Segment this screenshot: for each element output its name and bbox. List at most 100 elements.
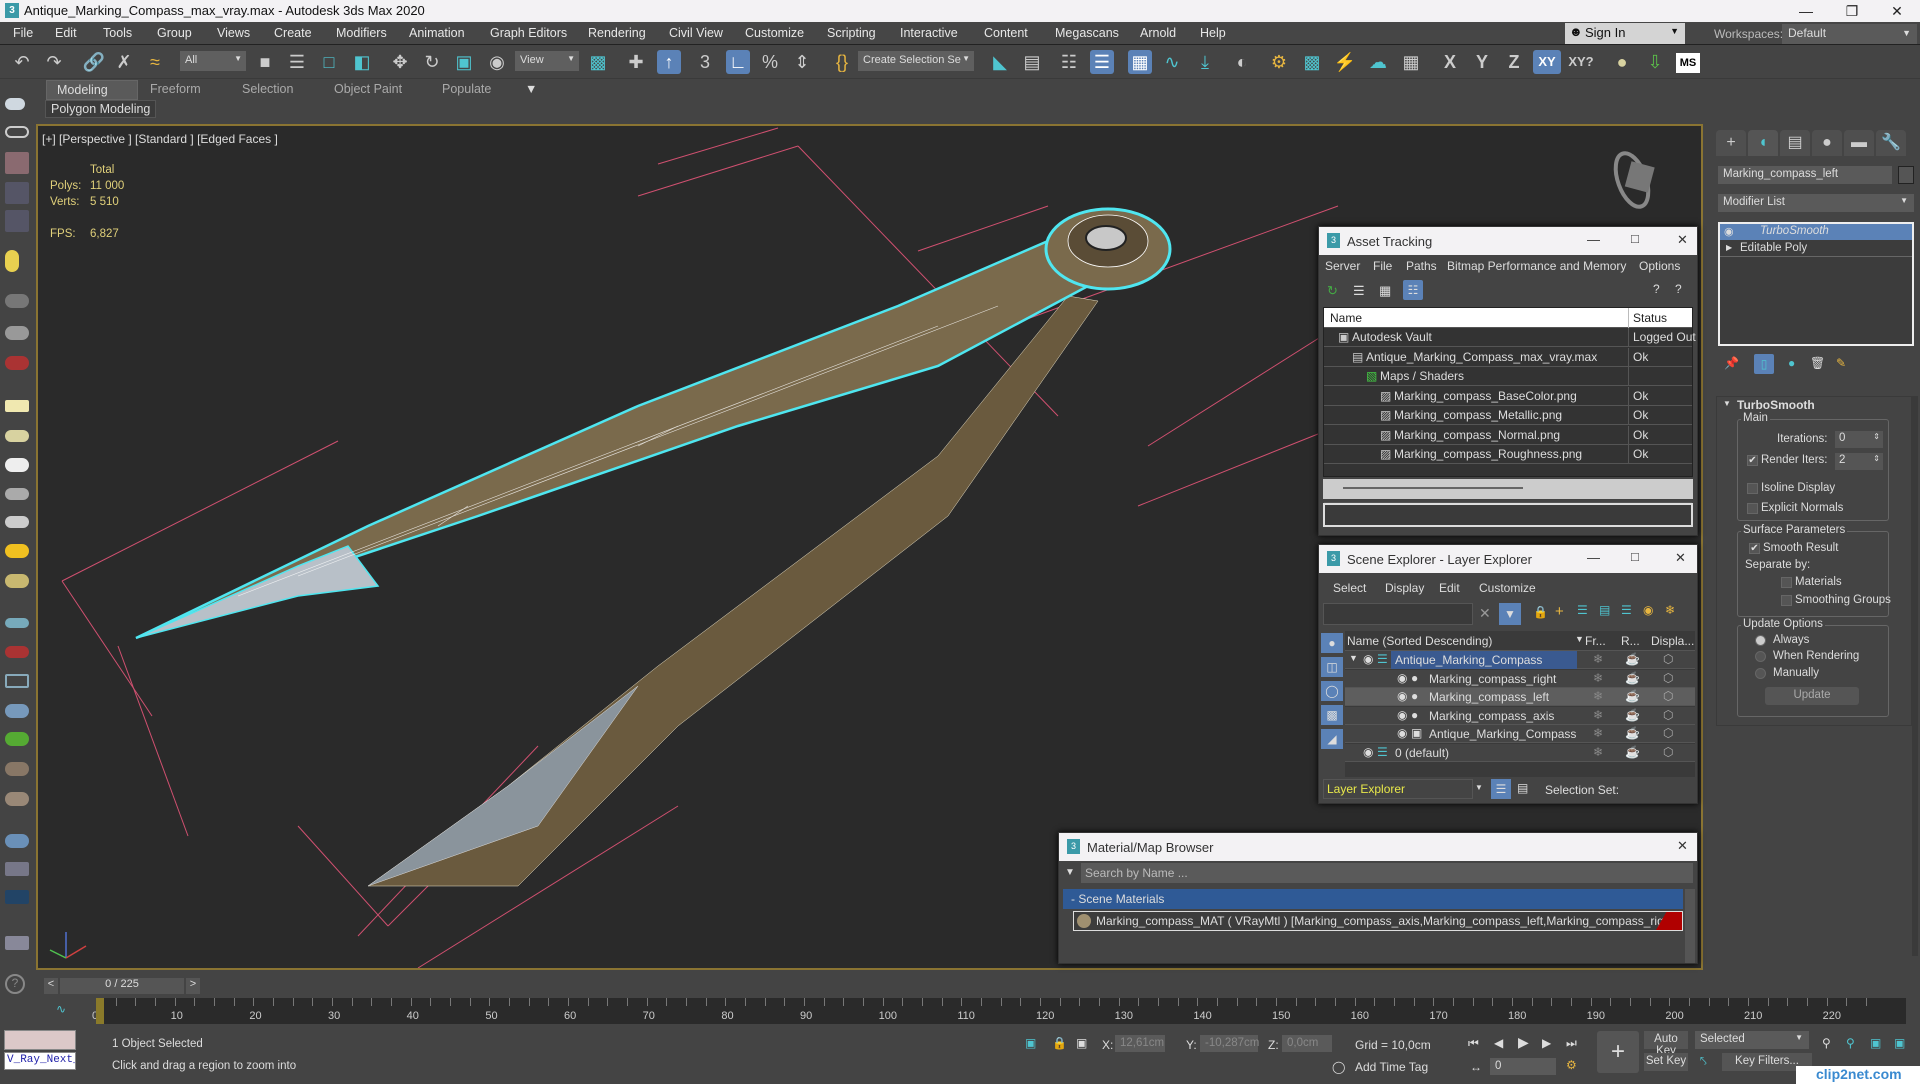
sphere-light-icon[interactable] (5, 458, 29, 472)
render-production-icon[interactable]: ⚡ (1333, 50, 1357, 74)
clear-search-icon[interactable]: ✕ (1479, 605, 1491, 622)
render-iters-spinner[interactable]: 2 ⇕ (1835, 453, 1883, 470)
renderable-teapot-icon[interactable]: ☕ (1625, 708, 1640, 722)
frame-ruler[interactable]: 0102030405060708090100110120130140150160… (92, 998, 1906, 1024)
render-window-icon[interactable] (5, 152, 29, 174)
hierarchy-icon[interactable]: ▤ (1599, 603, 1610, 617)
menu-interactive[interactable]: Interactive (900, 26, 958, 40)
fur-icon[interactable] (5, 618, 29, 628)
workspaces-dropdown[interactable]: Default ▼ (1782, 24, 1917, 44)
column-name[interactable]: Name (Sorted Descending) (1347, 634, 1492, 648)
ribbon-tab-modeling[interactable]: Modeling (46, 80, 138, 100)
hierarchy-mode-icon[interactable]: ▤ (1517, 781, 1528, 795)
selection-lock-icon[interactable]: 🔒 (1052, 1036, 1067, 1050)
zoom-extents-all-icon[interactable]: ▣ (1894, 1036, 1905, 1050)
arnold-icon[interactable]: ● (1610, 50, 1634, 74)
asset-row[interactable]: ▨ Marking_compass_BaseColor.png Ok (1324, 386, 1692, 406)
maxscript-mini-listener[interactable] (4, 1030, 76, 1050)
named-selection-dropdown[interactable]: Create Selection Se ▼ (858, 51, 974, 71)
display-box-icon[interactable]: ⬡ (1663, 745, 1673, 759)
menu-bitmap-performance[interactable]: Bitmap Performance and Memory (1447, 259, 1626, 273)
render-cloud-icon[interactable]: ☁ (1366, 50, 1390, 74)
smooth-result-checkbox[interactable]: ✔ (1749, 543, 1760, 554)
asset-tracking-titlebar[interactable]: 3 Asset Tracking — □ ✕ (1319, 227, 1697, 255)
align-icon[interactable]: ▤ (1020, 50, 1044, 74)
asset-row[interactable]: ▧ Maps / Shaders (1324, 367, 1692, 386)
display-tab-icon[interactable]: ▬ (1844, 130, 1874, 156)
hierarchy-tab-icon[interactable]: ▤ (1780, 130, 1810, 156)
absolute-mode-icon[interactable]: ▣ (1076, 1036, 1087, 1050)
panel-icon[interactable] (5, 182, 29, 204)
update-always-radio[interactable] (1755, 635, 1766, 646)
menu-server[interactable]: Server (1325, 259, 1360, 273)
lock-icon[interactable]: 🔒 (1533, 605, 1548, 619)
display-box-icon[interactable]: ⬡ (1663, 671, 1673, 685)
object-name-field[interactable]: Marking_compass_left (1718, 166, 1892, 184)
menu-group[interactable]: Group (157, 26, 192, 40)
ribbon-options-icon[interactable]: ▼ (515, 80, 547, 100)
current-frame-field[interactable]: 0 (1490, 1058, 1556, 1075)
time-slider[interactable]: 0 / 225 (60, 978, 184, 994)
freeze-icon[interactable]: ❄ (1593, 745, 1603, 759)
teapot-icon[interactable] (5, 98, 25, 110)
stack-item-turbosmooth[interactable]: ◉ TurboSmooth (1720, 224, 1912, 240)
lights-filter-icon[interactable]: ◯ (1321, 681, 1343, 701)
column-name[interactable]: Name (1330, 311, 1362, 325)
utilities-tab-icon[interactable]: 🔧 (1876, 130, 1906, 156)
freeze-icon[interactable]: ❄ (1593, 671, 1603, 685)
schematic-view-icon[interactable]: ⤓ (1193, 50, 1217, 74)
material-library-icon[interactable] (5, 862, 29, 876)
vr-camera-icon[interactable] (5, 356, 29, 370)
menu-display[interactable]: Display (1385, 581, 1424, 595)
asset-row[interactable]: ▣ Autodesk Vault Logged Out (1324, 328, 1696, 347)
snaps-toggle-icon[interactable]: 3 (693, 50, 717, 74)
selection-filter-dropdown[interactable]: All ▼ (180, 51, 246, 71)
close-button[interactable]: ✕ (1675, 550, 1686, 566)
set-key-button[interactable]: Set Key (1644, 1053, 1688, 1071)
menu-select[interactable]: Select (1333, 581, 1366, 595)
grass-icon[interactable] (5, 732, 29, 746)
next-frame-button[interactable]: > (186, 978, 200, 994)
plane-light-icon[interactable] (5, 400, 29, 412)
menu-help[interactable]: Help (1200, 26, 1226, 40)
minimize-button[interactable]: — (1587, 232, 1600, 247)
menu-file[interactable]: File (1373, 259, 1392, 273)
visibility-eye-icon[interactable]: ◉ (1363, 652, 1373, 666)
display-box-icon[interactable]: ⬡ (1663, 652, 1673, 666)
maximize-button[interactable]: □ (1631, 549, 1639, 564)
expand-icon[interactable]: ▶ (1726, 243, 1732, 252)
go-to-end-icon[interactable]: ⏭ (1566, 1036, 1577, 1051)
z-coordinate-field[interactable]: 0,0cm (1282, 1035, 1332, 1052)
play-icon[interactable]: ▶ (1518, 1034, 1529, 1051)
ambient-light-icon[interactable] (5, 574, 29, 588)
layer-row[interactable]: ▼ ◉ ☰ Antique_Marking_Compass ❄ ☕ ⬡ (1345, 651, 1695, 669)
render-gallery-icon[interactable]: ▦ (1399, 50, 1423, 74)
help-icon[interactable]: ? (5, 974, 25, 994)
sign-in-button[interactable]: ☻ Sign In ▼ (1565, 23, 1685, 44)
column-display[interactable]: Displa... (1651, 634, 1694, 648)
zoom-extents-icon[interactable]: ▣ (1870, 1036, 1881, 1050)
material-editor-icon[interactable]: ◐ (1230, 50, 1254, 74)
scene-materials-section[interactable]: - Scene Materials (1063, 889, 1683, 909)
ribbon-tab-freeform[interactable]: Freeform (140, 80, 211, 100)
restore-button[interactable]: ❐ (1829, 0, 1875, 22)
material-browser-titlebar[interactable]: 3 Material/Map Browser ✕ (1059, 833, 1697, 861)
display-box-icon[interactable]: ⬡ (1663, 708, 1673, 722)
menu-modifiers[interactable]: Modifiers (336, 26, 387, 40)
ribbon-tab-selection[interactable]: Selection (232, 80, 303, 100)
renderable-teapot-icon[interactable]: ☕ (1625, 726, 1640, 740)
layer-row[interactable]: ◉ ● Marking_compass_left ❄ ☕ ⬡ (1345, 688, 1695, 706)
close-button[interactable]: ✕ (1874, 0, 1920, 22)
select-by-name-icon[interactable]: ☰ (285, 50, 309, 74)
select-manipulate-icon[interactable]: ✚ (624, 50, 648, 74)
update-manually-radio[interactable] (1755, 668, 1766, 679)
visibility-eye-icon[interactable]: ◉ (1397, 671, 1407, 685)
layer-row[interactable]: ◉ ▣ Antique_Marking_Compass ❄ ☕ ⬡ (1345, 725, 1695, 743)
visibility-eye-icon[interactable]: ◉ (1363, 745, 1373, 759)
asset-row[interactable]: ▨ Marking_compass_Roughness.png Ok (1324, 445, 1692, 464)
mesh-light-icon[interactable] (5, 488, 29, 500)
scatter-icon[interactable] (5, 704, 29, 718)
layer-explorer-toggle-icon[interactable]: ☰ (1090, 50, 1114, 74)
search-input[interactable] (1323, 603, 1473, 625)
go-to-start-icon[interactable]: ⏮ (1468, 1036, 1479, 1051)
